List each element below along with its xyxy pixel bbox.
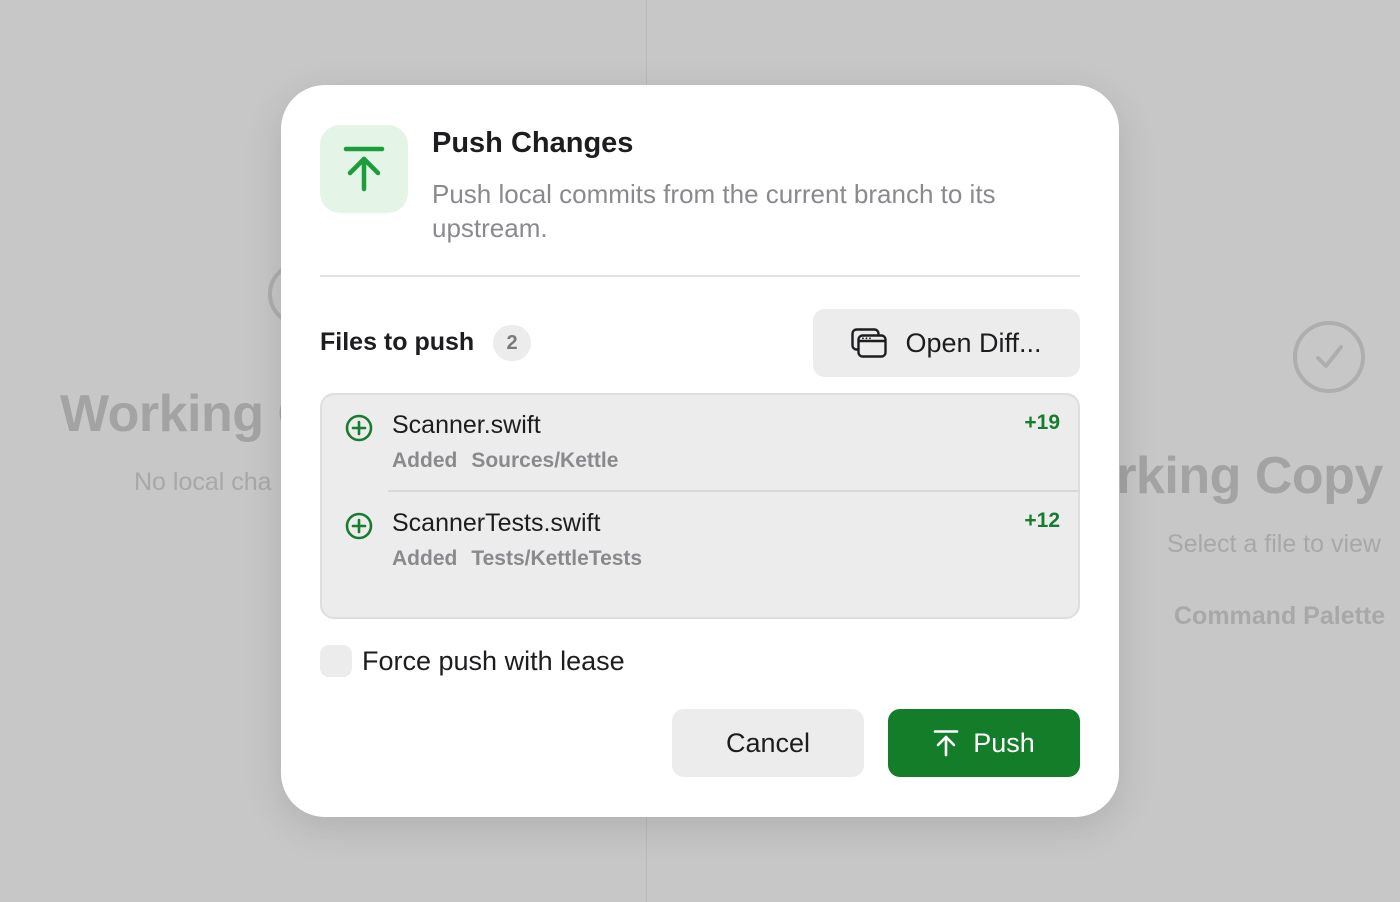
files-count-badge: 2 — [493, 325, 531, 361]
file-name: Scanner.swift — [392, 411, 541, 439]
push-header-icon — [320, 125, 408, 213]
file-additions: +12 — [1024, 509, 1060, 532]
force-push-label[interactable]: Force push with lease — [362, 646, 625, 677]
file-meta: Added Tests/KettleTests — [392, 547, 642, 571]
file-path: Tests/KettleTests — [471, 547, 643, 570]
push-dialog: Push Changes Push local commits from the… — [281, 85, 1119, 817]
background-checkmark-icon — [1293, 321, 1365, 393]
dialog-title: Push Changes — [432, 127, 634, 159]
file-meta: Added Sources/Kettle — [392, 449, 618, 473]
open-diff-button[interactable]: Open Diff... — [813, 309, 1080, 377]
background-right-title: orking Copy — [1085, 447, 1383, 505]
file-status: Added — [392, 449, 458, 472]
cancel-button[interactable]: Cancel — [672, 709, 864, 777]
push-label: Push — [973, 727, 1035, 758]
file-name: ScannerTests.swift — [392, 509, 601, 537]
arrow-up-to-line-icon — [343, 146, 385, 192]
dialog-subtitle: Push local commits from the current bran… — [432, 179, 996, 243]
file-row[interactable]: ScannerTests.swift Added Tests/KettleTest… — [322, 493, 1078, 589]
row-divider — [388, 490, 1080, 492]
file-list: Scanner.swift Added Sources/Kettle +19 Sc… — [320, 393, 1080, 619]
push-button[interactable]: Push — [888, 709, 1080, 777]
header-divider — [320, 275, 1080, 277]
background-right-subtitle: Select a file to view — [1167, 530, 1381, 558]
plus-circle-icon — [345, 414, 373, 442]
open-diff-label: Open Diff... — [905, 327, 1042, 358]
file-status: Added — [392, 547, 458, 570]
files-to-push-label: Files to push — [320, 328, 475, 356]
plus-circle-icon — [345, 512, 373, 540]
file-path: Sources/Kettle — [471, 449, 619, 472]
file-row[interactable]: Scanner.swift Added Sources/Kettle +19 — [322, 395, 1080, 492]
windows-icon — [851, 328, 888, 358]
arrow-up-to-line-icon — [933, 730, 959, 757]
file-additions: +19 — [1024, 411, 1060, 434]
background-command-palette: Command Palette — [1174, 602, 1386, 630]
background-left-subtitle: No local cha — [134, 468, 272, 496]
background-left-title: Working C — [60, 385, 315, 443]
force-push-checkbox[interactable] — [320, 645, 352, 677]
